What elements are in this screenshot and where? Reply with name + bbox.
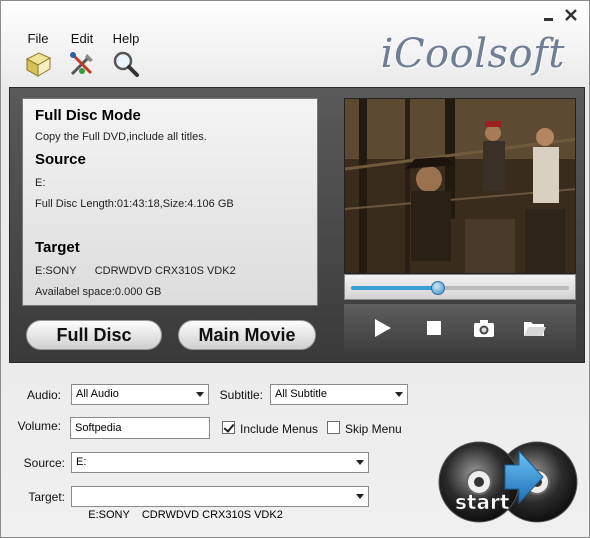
tools-icon	[67, 49, 97, 79]
chevron-down-icon	[356, 460, 364, 465]
seek-bar[interactable]	[344, 274, 576, 300]
app-window: File Edit Help iCoolsoft Full Disc Mode …	[0, 0, 590, 538]
target-select[interactable]: E:SONY CDRWDVD CRX310S VDK2	[71, 486, 369, 521]
target-title: Target	[35, 239, 80, 256]
skip-menu-label[interactable]: Skip Menu	[345, 422, 402, 436]
book-icon	[23, 49, 53, 79]
full-disc-button[interactable]: Full Disc	[26, 320, 162, 350]
source-detail: Full Disc Length:01:43:18,Size:4.106 GB	[35, 198, 234, 210]
magnifier-icon	[111, 49, 141, 79]
subtitle-select-value: All Subtitle	[275, 388, 327, 400]
menu-file-label: File	[27, 31, 49, 46]
player-controls	[344, 304, 576, 352]
play-icon[interactable]	[370, 316, 394, 340]
menu-help-label: Help	[112, 31, 140, 46]
seek-progress	[351, 286, 439, 290]
folder-icon[interactable]	[522, 316, 546, 340]
menu-help[interactable]: Help	[105, 31, 147, 79]
source-label: Source:	[23, 456, 65, 470]
start-button[interactable]: start	[437, 437, 583, 527]
target-label: Target:	[28, 490, 65, 504]
main-movie-button[interactable]: Main Movie	[178, 320, 316, 350]
video-preview	[344, 98, 576, 274]
chevron-down-icon	[395, 392, 403, 397]
mode-title: Full Disc Mode	[35, 107, 141, 124]
subtitle-label: Subtitle:	[219, 388, 263, 402]
audio-select[interactable]: All Audio	[71, 384, 209, 405]
source-select-value: E:	[76, 456, 87, 468]
subtitle-select[interactable]: All Subtitle	[270, 384, 408, 405]
mode-description: Copy the Full DVD,include all titles.	[35, 131, 207, 143]
include-menus-checkbox[interactable]	[222, 421, 235, 434]
camera-icon[interactable]	[472, 316, 496, 340]
seek-handle[interactable]	[431, 281, 446, 295]
start-label: start	[455, 490, 510, 514]
audio-label: Audio:	[26, 388, 61, 402]
disc-info-panel: Full Disc Mode Copy the Full DVD,include…	[22, 98, 318, 306]
seek-track[interactable]	[351, 281, 569, 295]
target-space: Availabel space:0.000 GB	[35, 286, 162, 298]
main-panel: Full Disc Mode Copy the Full DVD,include…	[9, 87, 585, 363]
start-disc-icon: start	[438, 441, 578, 523]
chevron-down-icon	[196, 392, 204, 397]
chevron-down-icon	[356, 494, 364, 499]
brand-logo: iCoolsoft	[380, 31, 565, 77]
target-select-value: E:SONY CDRWDVD CRX310S VDK2	[88, 509, 283, 521]
menu-edit[interactable]: Edit	[61, 31, 103, 79]
source-drive: E:	[35, 177, 46, 189]
target-drive: E:SONY CDRWDVD CRX310S VDK2	[35, 265, 236, 277]
menu-edit-label: Edit	[70, 31, 94, 46]
close-icon[interactable]	[563, 7, 579, 23]
skip-menu-checkbox[interactable]	[327, 421, 340, 434]
volume-input[interactable]: Softpedia	[70, 417, 210, 439]
stop-icon[interactable]	[422, 316, 446, 340]
volume-label: Volume:	[17, 419, 61, 433]
video-frame	[345, 99, 575, 273]
include-menus-label[interactable]: Include Menus	[240, 422, 318, 436]
source-select[interactable]: E:	[71, 452, 369, 473]
menu-file[interactable]: File	[17, 31, 59, 79]
source-title: Source	[35, 151, 86, 168]
minimize-icon[interactable]	[541, 7, 557, 23]
audio-select-value: All Audio	[76, 388, 119, 400]
